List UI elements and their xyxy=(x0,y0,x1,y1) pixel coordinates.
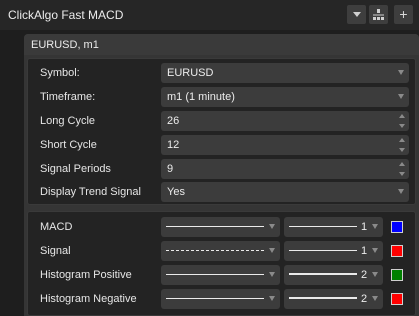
param-value: 9 xyxy=(167,163,174,175)
param-label: Symbol: xyxy=(40,67,80,79)
chevron-down-icon xyxy=(398,189,404,194)
param-row-signal-periods: Signal Periods 9 xyxy=(28,159,415,179)
chevron-down-icon xyxy=(372,272,378,277)
short-cycle-stepper[interactable]: 12 xyxy=(161,135,409,155)
thickness-value: 1 xyxy=(361,245,368,257)
instance-panel: EURUSD, m1 Symbol: EURUSD Timeframe: m1 … xyxy=(24,34,419,316)
line-thickness-dropdown[interactable]: 2 xyxy=(284,289,383,309)
param-value: Yes xyxy=(167,186,185,198)
window-titlebar: ClickAlgo Fast MACD + xyxy=(0,0,419,30)
thickness-value: 1 xyxy=(361,221,368,233)
output-label: Signal xyxy=(40,245,71,257)
thickness-line-icon xyxy=(289,273,357,275)
line-style-dropdown[interactable] xyxy=(161,241,280,261)
output-row-histogram-negative: Histogram Negative 2 xyxy=(28,289,415,309)
output-row-signal: Signal 1 xyxy=(28,241,415,261)
line-style-dropdown[interactable] xyxy=(161,289,280,309)
separate-panel-button[interactable] xyxy=(369,5,388,24)
output-row-macd: MACD 1 xyxy=(28,217,415,237)
solid-line-icon xyxy=(166,298,264,299)
indicator-menu-button[interactable] xyxy=(347,5,366,24)
output-label: MACD xyxy=(40,221,73,233)
symbol-dropdown[interactable]: EURUSD xyxy=(161,63,409,83)
output-row-histogram-positive: Histogram Positive 2 xyxy=(28,265,415,285)
instance-title: EURUSD, m1 xyxy=(31,39,99,51)
param-label: Display Trend Signal xyxy=(40,186,141,198)
color-swatch[interactable] xyxy=(391,221,403,233)
signal-periods-stepper[interactable]: 9 xyxy=(161,159,409,179)
chevron-down-icon xyxy=(352,12,361,17)
param-label: Short Cycle xyxy=(40,139,97,151)
separator-icon xyxy=(373,9,384,20)
output-label: Histogram Negative xyxy=(40,293,137,305)
dashed-line-icon xyxy=(166,250,264,251)
chevron-down-icon xyxy=(269,248,275,253)
thickness-line-icon xyxy=(289,226,357,227)
solid-line-icon xyxy=(166,274,264,275)
chevron-down-icon xyxy=(269,224,275,229)
outputs-panel: MACD 1 Signal 1 Histogram Positive 2 His… xyxy=(27,211,416,316)
param-row-timeframe: Timeframe: m1 (1 minute) xyxy=(28,87,415,107)
chevron-down-icon xyxy=(372,224,378,229)
color-swatch[interactable] xyxy=(391,293,403,305)
line-thickness-dropdown[interactable]: 1 xyxy=(284,241,383,261)
line-thickness-dropdown[interactable]: 2 xyxy=(284,265,383,285)
window-title: ClickAlgo Fast MACD xyxy=(8,8,124,22)
line-style-dropdown[interactable] xyxy=(161,217,280,237)
spinner-arrows-icon[interactable] xyxy=(399,138,405,152)
param-value: m1 (1 minute) xyxy=(167,91,235,103)
chevron-down-icon xyxy=(372,248,378,253)
thickness-line-icon xyxy=(289,250,357,251)
timeframe-dropdown[interactable]: m1 (1 minute) xyxy=(161,87,409,107)
display-trend-signal-dropdown[interactable]: Yes xyxy=(161,182,409,202)
output-label: Histogram Positive xyxy=(40,269,132,281)
spinner-arrows-icon[interactable] xyxy=(399,114,405,128)
thickness-value: 2 xyxy=(361,269,368,281)
line-style-dropdown[interactable] xyxy=(161,265,280,285)
param-row-symbol: Symbol: EURUSD xyxy=(28,63,415,83)
chevron-down-icon xyxy=(372,296,378,301)
param-value: 12 xyxy=(167,139,180,151)
color-swatch[interactable] xyxy=(391,245,403,257)
parameters-panel: Symbol: EURUSD Timeframe: m1 (1 minute) … xyxy=(27,58,416,205)
param-label: Timeframe: xyxy=(40,91,96,103)
instance-header[interactable]: EURUSD, m1 xyxy=(24,34,419,55)
chevron-down-icon xyxy=(269,272,275,277)
chevron-down-icon xyxy=(398,70,404,75)
long-cycle-stepper[interactable]: 26 xyxy=(161,111,409,131)
solid-line-icon xyxy=(166,226,264,227)
spinner-arrows-icon[interactable] xyxy=(399,162,405,176)
chevron-down-icon xyxy=(269,296,275,301)
param-label: Signal Periods xyxy=(40,163,111,175)
color-swatch[interactable] xyxy=(391,269,403,281)
param-value: 26 xyxy=(167,115,180,127)
param-row-long-cycle: Long Cycle 26 xyxy=(28,111,415,131)
param-label: Long Cycle xyxy=(40,115,96,127)
param-value: EURUSD xyxy=(167,67,214,79)
add-instance-button[interactable]: + xyxy=(394,5,413,24)
param-row-display-trend-signal: Display Trend Signal Yes xyxy=(28,182,415,202)
plus-icon: + xyxy=(399,6,408,22)
line-thickness-dropdown[interactable]: 1 xyxy=(284,217,383,237)
thickness-line-icon xyxy=(289,297,357,299)
chevron-down-icon xyxy=(398,94,404,99)
thickness-value: 2 xyxy=(361,293,368,305)
param-row-short-cycle: Short Cycle 12 xyxy=(28,135,415,155)
